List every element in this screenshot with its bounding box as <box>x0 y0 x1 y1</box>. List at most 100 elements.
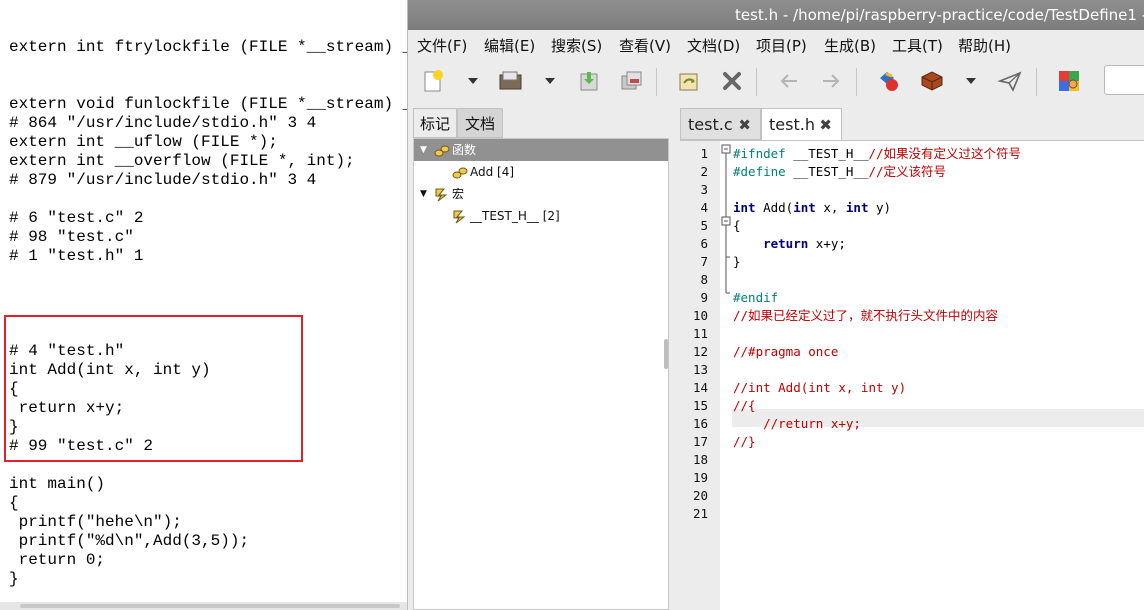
build-dropdown-icon[interactable] <box>966 78 976 84</box>
code-token: //} <box>733 434 756 449</box>
search-entry[interactable] <box>1104 65 1144 95</box>
line-number: 6 <box>700 236 708 251</box>
tree-label: __TEST_H__ [2] <box>470 209 560 223</box>
code-line: { <box>733 217 741 235</box>
menu-tools[interactable]: 工具(T) <box>892 35 943 56</box>
output-line: extern void funlockfile (FILE *__stream)… <box>9 95 407 113</box>
menu-bar: 文件(F) 编辑(E) 搜索(S) 查看(V) 文档(D) 项目(P) 生成(B… <box>408 30 1144 58</box>
scrollbar-thumb[interactable] <box>664 339 668 369</box>
code-line: //int Add(int x, int y) <box>733 379 906 397</box>
toolbar-separator <box>656 68 657 96</box>
output-line: # 98 "test.c" <box>9 228 134 246</box>
open-file-icon[interactable] <box>496 66 526 96</box>
code-token: int <box>733 200 756 215</box>
code-token: //int Add(int x, int y) <box>733 380 907 395</box>
macro-icon <box>452 208 468 231</box>
forward-arrow-icon[interactable] <box>816 66 846 96</box>
code-token: y) <box>868 200 892 215</box>
build-icon[interactable] <box>917 66 947 96</box>
save-all-icon[interactable] <box>617 66 647 96</box>
menu-document[interactable]: 文档(D) <box>687 35 740 56</box>
close-file-icon[interactable] <box>717 66 747 96</box>
code-token: //如果没有定义过这个符号 <box>868 146 1022 161</box>
symbol-tree: ▼ 函数 Add [4] ▼ 宏 __TEST_H__ [2] <box>413 138 669 610</box>
code-token: Add( <box>755 200 794 215</box>
code-area[interactable]: 1 2 3 4 5 6 7 8 9 10 11 12 13 14 15 16 17 18 19 20 21 #ifnde… <box>680 140 1144 610</box>
output-line: # 1 "test.h" 1 <box>9 247 144 265</box>
open-file-dropdown-icon[interactable] <box>545 78 555 84</box>
close-tab-icon[interactable]: ✖ <box>738 109 751 141</box>
tree-item-add[interactable]: Add [4] <box>414 161 668 183</box>
code-token: x, <box>815 200 846 215</box>
preprocessed-output-pane: extern int ftrylockfile (FILE *__stream)… <box>0 0 407 610</box>
code-line: //{ <box>733 397 756 415</box>
output-line: # 879 "/usr/include/stdio.h" 3 4 <box>9 171 317 189</box>
toolbar-separator <box>856 68 857 96</box>
line-number: 20 <box>692 488 708 503</box>
vertical-scrollbar[interactable] <box>663 139 669 609</box>
line-number: 8 <box>700 272 708 287</box>
revert-icon[interactable] <box>674 66 704 96</box>
output-line: # 864 "/usr/include/stdio.h" 3 4 <box>9 114 317 132</box>
window-title: test.h - /home/pi/raspberry-practice/cod… <box>735 6 1144 24</box>
horizontal-scrollbar[interactable] <box>0 602 407 610</box>
expander-down-icon[interactable]: ▼ <box>420 139 427 161</box>
tab-test-c[interactable]: test.c ✖ <box>680 108 761 140</box>
menu-view[interactable]: 查看(V) <box>619 35 671 56</box>
close-tab-icon[interactable]: ✖ <box>819 109 832 141</box>
fold-margin[interactable] <box>720 141 732 610</box>
line-number: 11 <box>692 326 708 341</box>
menu-help[interactable]: 帮助(H) <box>958 35 1011 56</box>
code-line: //} <box>733 433 756 451</box>
tab-symbols[interactable]: 标记 <box>413 108 457 138</box>
line-number: 18 <box>692 452 708 467</box>
save-icon[interactable] <box>574 66 604 96</box>
menu-search[interactable]: 搜索(S) <box>551 35 602 56</box>
scrollbar-thumb[interactable] <box>20 604 400 608</box>
code-line: #ifndef __TEST_H__//如果没有定义过这个符号 <box>733 145 1021 163</box>
output-line: int main() <box>9 475 106 493</box>
menu-edit[interactable]: 编辑(E) <box>484 35 535 56</box>
output-line: { <box>9 494 19 512</box>
code-token: #define <box>733 164 786 179</box>
menu-build[interactable]: 生成(B) <box>824 35 876 56</box>
code-line: #endif <box>733 289 778 307</box>
new-file-icon[interactable] <box>418 66 448 96</box>
line-number: 15 <box>692 398 708 413</box>
tree-label: 函数 <box>452 143 477 157</box>
line-number-gutter: 1 2 3 4 5 6 7 8 9 10 11 12 13 14 15 16 17 18 19 20 21 <box>680 141 720 610</box>
compile-icon[interactable] <box>874 66 904 96</box>
editor: test.c ✖ test.h ✖ 1 2 3 4 5 6 7 8 9 10 11 12 13 14 15 1… <box>680 106 1144 610</box>
code-token: //#pragma once <box>733 344 839 359</box>
tab-test-h[interactable]: test.h ✖ <box>761 108 842 140</box>
tree-item-test-h-macro[interactable]: __TEST_H__ [2] <box>414 205 668 227</box>
tab-label: test.c <box>688 115 733 134</box>
title-bar: test.h - /home/pi/raspberry-practice/cod… <box>408 0 1144 30</box>
toolbar <box>408 58 1144 104</box>
output-line: extern int __uflow (FILE *); <box>9 133 278 151</box>
tab-documents[interactable]: 文档 <box>457 108 503 138</box>
color-chooser-icon[interactable] <box>1054 66 1084 96</box>
output-line: extern int __overflow (FILE *, int); <box>9 152 355 170</box>
back-arrow-icon[interactable] <box>774 66 804 96</box>
code-token: int <box>793 200 816 215</box>
output-line: } <box>9 570 19 588</box>
line-number: 9 <box>700 290 708 305</box>
tree-item-macros[interactable]: ▼ 宏 <box>414 183 668 205</box>
expander-down-icon[interactable]: ▼ <box>420 183 427 205</box>
sidebar: 标记 文档 ▼ 函数 Add [4] ▼ 宏 __TEST_H__ [2] <box>413 106 670 610</box>
line-number: 21 <box>692 506 708 521</box>
menu-file[interactable]: 文件(F) <box>417 35 467 56</box>
code-line: //return x+y; <box>733 415 861 433</box>
new-file-dropdown-icon[interactable] <box>468 78 478 84</box>
menu-project[interactable]: 项目(P) <box>756 35 807 56</box>
line-number: 16 <box>692 416 708 431</box>
output-line: extern int ftrylockfile (FILE *__stream)… <box>9 38 407 56</box>
code-line: //#pragma once <box>733 343 838 361</box>
code-token: x+y; <box>808 236 846 251</box>
tree-item-functions[interactable]: ▼ 函数 <box>414 139 668 161</box>
run-icon[interactable] <box>995 66 1025 96</box>
output-line: return 0; <box>9 551 106 569</box>
toolbar-separator <box>1036 68 1037 96</box>
